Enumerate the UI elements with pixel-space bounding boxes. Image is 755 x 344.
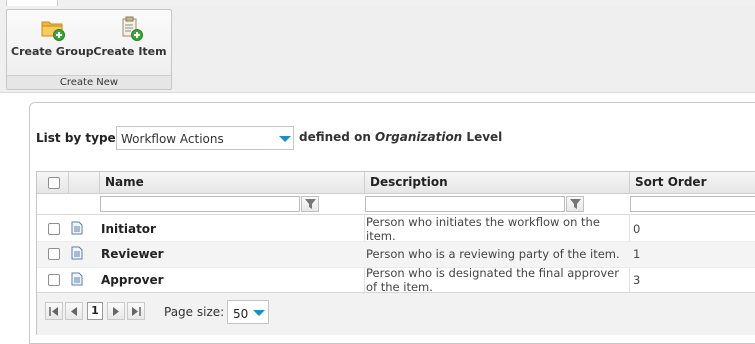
document-icon: [71, 221, 83, 235]
defined-level-suffix: Level: [466, 130, 503, 144]
create-group-button[interactable]: Create Group: [11, 12, 94, 64]
row-checkbox[interactable]: [48, 274, 60, 286]
ribbon: Create Group Create Item Create New: [0, 6, 755, 93]
last-page-icon: [132, 307, 141, 316]
defined-level-name: Organization: [375, 130, 463, 144]
current-page-number[interactable]: 1: [87, 302, 103, 320]
row-sort-order: 0: [633, 222, 641, 236]
page-size-select[interactable]: 50: [227, 300, 269, 324]
first-page-icon: [49, 307, 58, 316]
row-description: Person who is designated the final appro…: [366, 266, 619, 294]
column-header-name[interactable]: Name: [100, 172, 365, 193]
create-item-label: Create Item: [93, 45, 167, 58]
grid-header: Name Description Sort Order: [37, 172, 755, 194]
description-filter-input[interactable]: [365, 196, 565, 212]
chevron-down-icon: [279, 136, 291, 142]
next-page-icon: [113, 307, 119, 316]
create-item-button[interactable]: Create Item: [93, 12, 167, 64]
defined-prefix: defined on: [299, 130, 371, 144]
chevron-down-icon: [253, 310, 265, 316]
create-group-label: Create Group: [11, 45, 94, 58]
table-row[interactable]: Approver Person who is designated the fi…: [37, 266, 755, 294]
row-description: Person who initiates the workflow on the…: [366, 215, 600, 243]
page-size-label: Page size:: [164, 305, 225, 319]
pager-buttons: 1: [45, 302, 147, 320]
row-description: Person who is a reviewing party of the i…: [366, 247, 620, 261]
table-row[interactable]: Reviewer Person who is a reviewing party…: [37, 242, 755, 268]
document-icon: [71, 272, 83, 286]
prev-page-icon: [71, 307, 77, 316]
document-icon: [71, 246, 83, 260]
ribbon-divider: [0, 92, 755, 93]
row-sort-order: 3: [633, 273, 641, 287]
list-type-bar: List by type Workflow Actions defined on…: [36, 126, 736, 152]
row-checkbox[interactable]: [48, 248, 60, 260]
filter-icon: [305, 199, 316, 209]
filter-row: [37, 194, 755, 215]
list-type-select[interactable]: Workflow Actions: [116, 126, 294, 150]
column-header-sort-order[interactable]: Sort Order: [630, 172, 755, 193]
prev-page-button[interactable]: [65, 302, 83, 320]
list-type-value: Workflow Actions: [121, 132, 224, 146]
row-name: Approver: [101, 273, 164, 287]
table-row[interactable]: Initiator Person who initiates the workf…: [37, 215, 755, 243]
folder-add-icon: [41, 21, 65, 41]
page-size-value: 50: [233, 307, 249, 321]
row-name: Reviewer: [101, 247, 164, 261]
filter-icon: [570, 199, 581, 209]
defined-level-text: defined on Organization Level: [299, 130, 502, 144]
column-header-description[interactable]: Description: [365, 172, 630, 193]
workflow-actions-grid: Name Description Sort Order Initiator Pe…: [36, 171, 755, 335]
clipboard-add-icon: [122, 16, 143, 41]
ribbon-group-label: Create New: [7, 75, 171, 89]
name-filter-input[interactable]: [100, 196, 300, 212]
select-all-checkbox[interactable]: [48, 177, 60, 189]
ribbon-group-create-new: Create Group Create Item Create New: [6, 9, 172, 90]
grid-pager: 1 Page size: 50: [37, 292, 755, 335]
row-name: Initiator: [101, 222, 156, 236]
description-filter-button[interactable]: [566, 196, 584, 212]
name-filter-button[interactable]: [301, 196, 319, 212]
list-by-type-label: List by type: [36, 131, 116, 145]
header-icon-cell: [69, 172, 100, 193]
sort-order-filter-input[interactable]: [630, 196, 755, 212]
row-sort-order: 1: [633, 247, 641, 261]
row-checkbox[interactable]: [48, 223, 60, 235]
last-page-button[interactable]: [127, 302, 145, 320]
first-page-button[interactable]: [45, 302, 63, 320]
header-select-all-cell: [37, 172, 69, 193]
next-page-button[interactable]: [107, 302, 125, 320]
